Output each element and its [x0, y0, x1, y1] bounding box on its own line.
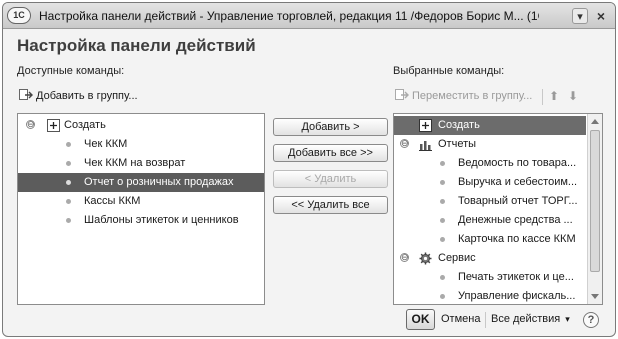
list-item-label: Создать — [64, 119, 106, 131]
list-item[interactable]: Карточка по кассе ККМ — [394, 230, 586, 249]
bullet-icon — [66, 161, 71, 166]
toolbar-divider — [542, 89, 543, 105]
scroll-down-arrow-icon[interactable] — [591, 294, 599, 299]
add-to-group-icon — [19, 89, 33, 100]
list-item-label: Кассы ККМ — [84, 195, 141, 207]
list-item[interactable]: ⊖ Создать — [18, 116, 264, 135]
bullet-icon — [440, 199, 445, 204]
close-button[interactable]: × — [593, 8, 609, 24]
list-item-label: Отчеты — [438, 138, 477, 150]
list-item-label: Отчет о розничных продажах — [84, 176, 234, 188]
add-to-group-button[interactable]: Добавить в группу... — [19, 86, 138, 106]
selected-commands-label: Выбранные команды: — [393, 65, 505, 77]
bullet-icon — [440, 275, 445, 280]
create-group-icon — [419, 119, 432, 132]
list-item[interactable]: Печать этикеток и це... — [394, 268, 586, 287]
gear-icon — [419, 252, 432, 265]
list-item-label: Выручка и себестоим... — [458, 176, 578, 188]
bullet-icon — [66, 218, 71, 223]
bullet-icon — [66, 142, 71, 147]
list-item-label: Денежные средства ... — [458, 214, 573, 226]
bullet-icon — [440, 218, 445, 223]
selected-commands-list[interactable]: Создать ⊖ Отчеты Ведомость по товара... … — [393, 113, 603, 305]
chevron-down-icon: ▾ — [565, 314, 570, 324]
list-item[interactable]: Товарный отчет ТОРГ... — [394, 192, 586, 211]
bullet-icon — [66, 180, 71, 185]
bullet-icon — [440, 294, 445, 299]
collapse-toggle-icon[interactable]: ⊖ — [26, 120, 35, 129]
list-item-label: Шаблоны этикеток и ценников — [84, 214, 239, 226]
list-item-label: Управление фискаль... — [458, 290, 576, 302]
list-item[interactable]: Денежные средства ... — [394, 211, 586, 230]
list-item-label: Ведомость по товара... — [458, 157, 577, 169]
list-item-selected[interactable]: Создать — [394, 116, 586, 135]
move-to-group-button[interactable]: Переместить в группу... — [395, 86, 532, 106]
move-down-icon[interactable]: ⬇ — [568, 86, 578, 106]
create-group-icon — [47, 119, 60, 132]
add-all-button[interactable]: Добавить все >> — [273, 144, 388, 162]
list-item[interactable]: Кассы ККМ — [18, 192, 264, 211]
list-item[interactable]: Ведомость по товара... — [394, 154, 586, 173]
footer-divider — [485, 312, 486, 328]
move-to-group-label: Переместить в группу... — [412, 90, 533, 102]
list-item[interactable]: ⊖ Сервис — [394, 249, 586, 268]
page-title: Настройка панели действий — [17, 36, 256, 55]
help-button[interactable]: ? — [583, 312, 599, 328]
list-item-label: Создать — [438, 119, 480, 131]
scroll-up-arrow-icon[interactable] — [591, 119, 599, 124]
list-item-label: Сервис — [438, 252, 476, 264]
vertical-scrollbar[interactable] — [587, 114, 602, 304]
list-item[interactable]: Чек ККМ — [18, 135, 264, 154]
collapse-toggle-icon[interactable]: ⊖ — [400, 139, 409, 148]
add-button[interactable]: Добавить > — [273, 118, 388, 136]
all-actions-button[interactable]: Все действия ▾ — [491, 309, 570, 330]
list-item-label: Печать этикеток и це... — [458, 271, 574, 283]
bullet-icon — [440, 161, 445, 166]
list-item[interactable]: Чек ККМ на возврат — [18, 154, 264, 173]
list-item[interactable]: Выручка и себестоим... — [394, 173, 586, 192]
bullet-icon — [440, 180, 445, 185]
move-up-icon[interactable]: ⬆ — [549, 86, 559, 106]
available-commands-label: Доступные команды: — [17, 65, 125, 77]
app-logo-icon[interactable]: 1С — [7, 7, 31, 24]
window-menu-button[interactable]: ▾ — [572, 8, 588, 24]
move-to-group-icon — [395, 89, 409, 100]
ok-button[interactable]: OK — [406, 309, 435, 330]
available-commands-list[interactable]: ⊖ Создать Чек ККМ Чек ККМ на возврат Отч… — [17, 113, 265, 305]
add-to-group-label: Добавить в группу... — [36, 90, 138, 102]
remove-button[interactable]: < Удалить — [273, 170, 388, 188]
reports-chart-icon — [419, 141, 432, 151]
bullet-icon — [66, 199, 71, 204]
list-item-selected[interactable]: Отчет о розничных продажах — [18, 173, 264, 192]
list-item-label: Чек ККМ — [84, 138, 128, 150]
dialog-window: 1С Настройка панели действий - Управлени… — [2, 2, 616, 337]
collapse-toggle-icon[interactable]: ⊖ — [400, 253, 409, 262]
list-item-label: Товарный отчет ТОРГ... — [458, 195, 578, 207]
title-bar: 1С Настройка панели действий - Управлени… — [3, 3, 615, 29]
remove-all-button[interactable]: << Удалить все — [273, 196, 388, 214]
list-item[interactable]: Управление фискаль... — [394, 287, 586, 306]
scrollbar-thumb[interactable] — [590, 130, 600, 272]
cancel-button[interactable]: Отмена — [441, 309, 480, 330]
list-item[interactable]: ⊖ Отчеты — [394, 135, 586, 154]
list-item-label: Карточка по кассе ККМ — [458, 233, 576, 245]
list-item[interactable]: Шаблоны этикеток и ценников — [18, 211, 264, 230]
bullet-icon — [440, 237, 445, 242]
window-title: Настройка панели действий - Управление т… — [39, 9, 539, 23]
all-actions-label: Все действия — [491, 313, 561, 325]
list-item-label: Чек ККМ на возврат — [84, 157, 186, 169]
